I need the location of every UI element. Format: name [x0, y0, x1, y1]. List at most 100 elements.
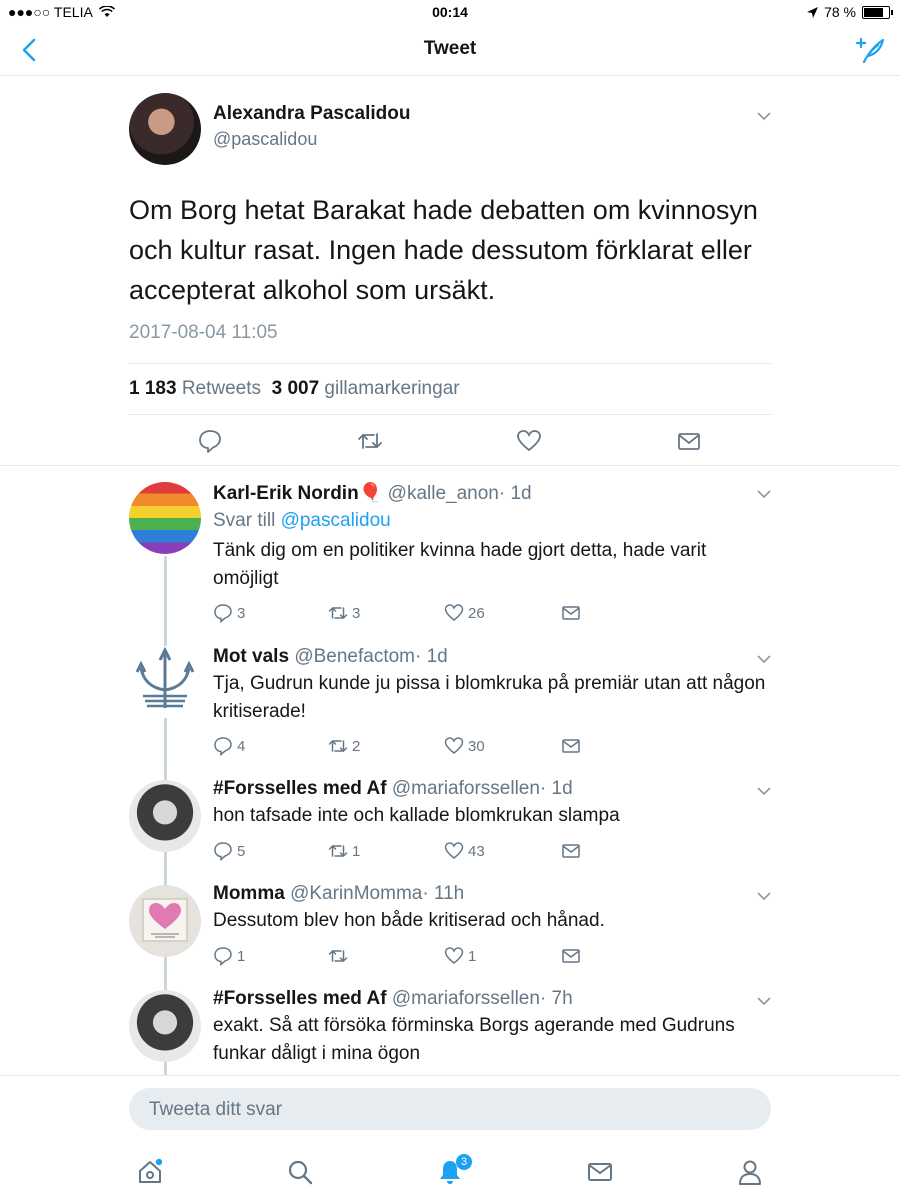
- reply-text: Tja, Gudrun kunde ju pissa i blomkruka p…: [213, 673, 766, 722]
- page-title: Tweet: [423, 38, 477, 59]
- retweet-label[interactable]: Retweets: [182, 378, 261, 399]
- reply-author-handle[interactable]: @Benefactom: [294, 646, 415, 667]
- retweet-icon: [328, 844, 348, 858]
- chevron-down-icon[interactable]: [756, 110, 772, 122]
- chevron-down-icon[interactable]: [756, 653, 772, 665]
- reply-dm-action[interactable]: [561, 946, 581, 966]
- chevron-down-icon[interactable]: [756, 890, 772, 902]
- reply-author-handle[interactable]: @mariaforssellen: [392, 988, 540, 1009]
- reply-icon[interactable]: [197, 428, 223, 454]
- author-name[interactable]: Alexandra Pascalidou: [213, 103, 410, 125]
- tweet-timestamp: 2017-08-04 11:05: [129, 322, 278, 343]
- battery-icon: [862, 5, 893, 19]
- direct-message-icon: [562, 844, 580, 858]
- profile-icon[interactable]: [736, 1158, 764, 1186]
- reply-avatar[interactable]: [129, 646, 201, 718]
- retweet-icon[interactable]: [357, 428, 383, 454]
- reply-actions: 3 3 26: [213, 603, 613, 627]
- author-avatar[interactable]: [129, 93, 201, 165]
- reply-icon: [214, 737, 232, 756]
- bottom-bar: Tweeta ditt svar 3: [0, 1075, 900, 1201]
- retweet-icon: [328, 606, 348, 620]
- divider: [129, 363, 771, 364]
- trident-logo-icon: [135, 646, 195, 708]
- search-icon[interactable]: [286, 1158, 314, 1186]
- retweet-icon: [328, 739, 348, 753]
- reply-retweet-action[interactable]: 1: [328, 841, 360, 861]
- reply-to-line: Svar till @pascalidou: [213, 510, 391, 531]
- like-heart-icon[interactable]: [516, 428, 542, 454]
- reply-author-handle[interactable]: @kalle_anon: [388, 483, 499, 504]
- reply-reply-action[interactable]: 4: [213, 736, 245, 756]
- divider: [129, 414, 771, 415]
- reply-like-action[interactable]: 1: [444, 946, 476, 966]
- direct-message-icon: [562, 739, 580, 753]
- reply-retweet-action[interactable]: 2: [328, 736, 360, 756]
- reply-input[interactable]: Tweeta ditt svar: [129, 1088, 771, 1130]
- like-label[interactable]: gillamarkeringar: [324, 378, 459, 399]
- chevron-down-icon[interactable]: [756, 488, 772, 500]
- reply-to-handle[interactable]: @pascalidou: [281, 510, 391, 531]
- like-count[interactable]: 3 007: [272, 378, 320, 399]
- reply-time: · 1d: [539, 778, 573, 799]
- chevron-down-icon[interactable]: [756, 995, 772, 1007]
- home-icon[interactable]: [136, 1158, 164, 1186]
- reply-icon: [214, 842, 232, 861]
- balloon-emoji: 🎈: [358, 483, 383, 504]
- reply-reply-action[interactable]: 3: [213, 603, 245, 623]
- reply-avatar[interactable]: [129, 990, 201, 1062]
- like-heart-icon: [444, 737, 464, 754]
- messages-icon[interactable]: [586, 1158, 614, 1186]
- status-bar: ●●●○○ TELIA 00:14 78 %: [0, 0, 900, 26]
- reply-avatar[interactable]: [129, 482, 201, 554]
- reply-like-action[interactable]: 43: [444, 841, 485, 861]
- direct-message-icon: [562, 949, 580, 963]
- like-heart-icon: [444, 604, 464, 621]
- direct-message-icon[interactable]: [676, 428, 702, 454]
- reply-icon: [214, 947, 232, 966]
- reply-author-handle[interactable]: @KarinMomma: [290, 883, 422, 904]
- reply-author-name[interactable]: #Forsselles med Af: [213, 988, 387, 1009]
- reply-actions: 4 2 30: [213, 736, 613, 760]
- reply-author-handle[interactable]: @mariaforssellen: [392, 778, 540, 799]
- reply-retweet-action[interactable]: [328, 946, 352, 966]
- reply-reply-action[interactable]: 5: [213, 841, 245, 861]
- reply-author-name[interactable]: Mot vals: [213, 646, 289, 667]
- reply-author-name[interactable]: #Forsselles med Af: [213, 778, 387, 799]
- retweet-icon: [328, 949, 348, 963]
- author-handle[interactable]: @pascalidou: [213, 129, 317, 150]
- reply-dm-action[interactable]: [561, 736, 581, 756]
- compose-tweet-icon[interactable]: [854, 34, 886, 66]
- reply-text: Dessutom blev hon både kritiserad och hå…: [213, 910, 605, 931]
- reply-header: #Forsselles med Af @mariaforssellen· 1d: [213, 778, 573, 800]
- reply-like-action[interactable]: 30: [444, 736, 485, 756]
- chevron-down-icon[interactable]: [756, 785, 772, 797]
- like-heart-icon: [444, 842, 464, 859]
- retweet-count[interactable]: 1 183: [129, 378, 177, 399]
- reply-text: exakt. Så att försöka förminska Borgs ag…: [213, 1015, 735, 1064]
- clock: 00:14: [432, 4, 468, 20]
- reply-dm-action[interactable]: [561, 603, 581, 623]
- reply-actions: 1 1: [213, 946, 613, 970]
- reply-header: #Forsselles med Af @mariaforssellen· 7h: [213, 988, 573, 1010]
- framed-heart-picture-icon: [142, 898, 188, 942]
- like-heart-icon: [444, 947, 464, 964]
- reply-avatar[interactable]: [129, 885, 201, 957]
- reply-like-action[interactable]: 26: [444, 603, 485, 623]
- reply-header: Momma @KarinMomma· 11h: [213, 883, 464, 905]
- reply-author-name[interactable]: Karl-Erik Nordin: [213, 483, 359, 504]
- reply-author-name[interactable]: Momma: [213, 883, 285, 904]
- tweet-text: Om Borg hetat Barakat hade debatten om k…: [129, 195, 758, 305]
- reply-text: Tänk dig om en politiker kvinna hade gjo…: [213, 540, 707, 589]
- reply-reply-action[interactable]: 1: [213, 946, 245, 966]
- engagement-counts: 1 183 Retweets 3 007 gillamarkeringar: [129, 378, 460, 400]
- reply-time: · 11h: [422, 883, 465, 904]
- reply-text: hon tafsade inte och kallade blomkrukan …: [213, 805, 620, 826]
- divider: [0, 465, 900, 466]
- reply-dm-action[interactable]: [561, 841, 581, 861]
- reply-avatar[interactable]: [129, 780, 201, 852]
- notifications-badge: 3: [456, 1154, 472, 1170]
- reply-retweet-action[interactable]: 3: [328, 603, 360, 623]
- battery-percent: 78 %: [824, 4, 856, 20]
- reply-input-placeholder: Tweeta ditt svar: [149, 1099, 283, 1120]
